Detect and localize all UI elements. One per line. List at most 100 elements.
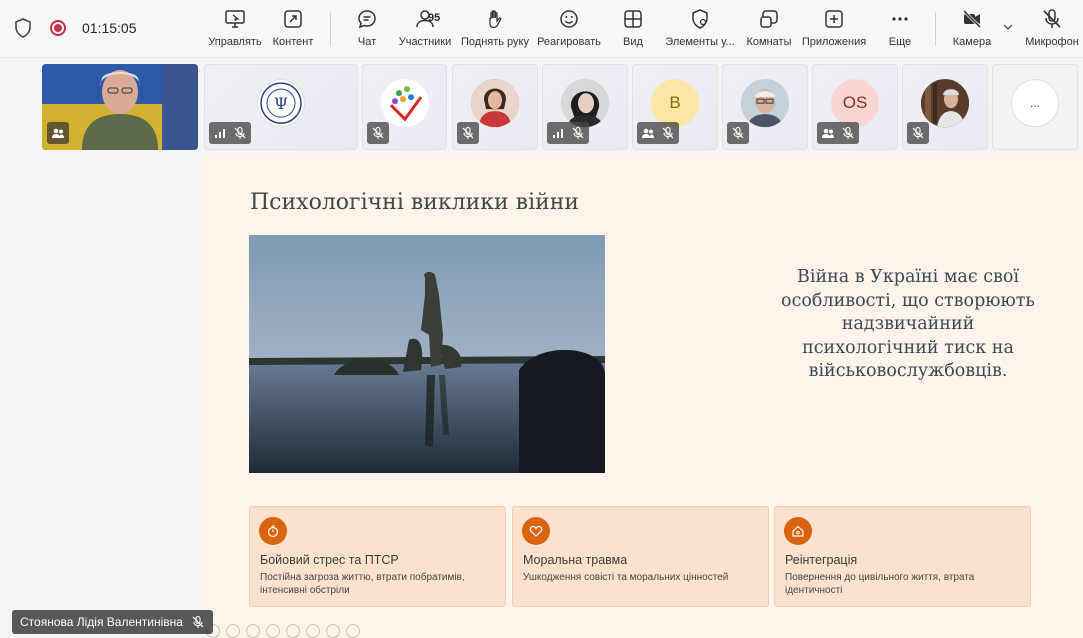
card-description: Постійна загроза життю, втрати побратимі… [260,572,465,596]
participant-avatar [921,79,969,128]
participant-status [457,122,479,144]
shield-icon[interactable] [14,18,32,38]
slide-title: Психологічні виклики війни [250,190,580,215]
slide-control-icon[interactable] [326,624,340,638]
smiley-icon [560,10,578,28]
presenter-name-tag: Стоянова Лідія Валентинівна [12,610,213,634]
slide-control-icon[interactable] [346,624,360,638]
chat-button[interactable]: Чат [352,8,382,54]
shield-settings-icon [692,9,708,29]
participant-tile[interactable] [362,64,447,150]
participant-status [547,122,589,144]
participants-group-icon [642,128,654,138]
participants-count: 95 [428,12,441,24]
mic-off-icon [662,126,674,139]
slide-photo [249,235,605,473]
participant-avatar [380,79,429,128]
slide-controls [206,624,360,638]
mic-off-icon [192,615,204,628]
meeting-timer: 01:15:05 [82,20,137,36]
participant-photo [921,79,969,128]
manage-icon [225,10,245,28]
participants-button[interactable]: 95 Участники [398,8,452,54]
mic-off-icon [912,126,924,139]
slide-control-icon[interactable] [286,624,300,638]
tree-heart-logo-icon [380,79,429,128]
participants-group-icon [52,128,64,138]
slide-control-icon[interactable] [266,624,280,638]
participant-initials: B [651,79,699,128]
slide-card: Бойовий стрес та ПТСР Постійна загроза ж… [249,506,506,607]
participant-tile[interactable]: OS [812,64,898,150]
slide-body-text: Війна в Україні має свої особливості, що… [781,267,1035,381]
chevron-down-icon [1003,24,1013,30]
share-content-icon [284,10,302,28]
manage-button[interactable]: Управлять [208,8,262,54]
participant-tile[interactable]: Ψ [204,64,358,150]
mic-off-icon [1043,9,1061,28]
participant-avatar [561,79,609,128]
slide-card: Моральна травма Ушкодження совісті та мо… [512,506,769,607]
raise-hand-label: Поднять руку [461,36,529,48]
slide-control-icon[interactable] [226,624,240,638]
raise-hand-button[interactable]: Поднять руку [460,8,530,54]
participant-tile[interactable]: B [632,64,718,150]
camera-label: Камера [952,36,992,48]
participant-photo [561,79,609,128]
stage-background [0,154,202,638]
mic-off-icon [732,126,744,139]
participant-status [367,122,389,144]
rooms-icon [760,10,778,28]
stopwatch-icon [259,517,287,545]
more-button[interactable]: Еще [887,8,913,54]
participant-tile[interactable] [722,64,808,150]
participant-tile[interactable] [452,64,538,150]
more-label: Еще [888,36,912,48]
participant-status [817,122,859,144]
view-button[interactable]: Вид [620,8,646,54]
card-title: Реінтеграція [785,553,858,567]
camera-off-icon [962,9,982,29]
participant-photo [471,79,519,128]
participant-status [727,122,749,144]
signal-icon [215,129,225,138]
manage-label: Управлять [208,36,262,48]
svg-text:Ψ: Ψ [274,94,288,113]
slide-control-icon[interactable] [246,624,260,638]
view-label: Вид [623,36,643,48]
mic-button[interactable]: Микрофон [1024,8,1080,54]
react-button[interactable]: Реагировать [537,8,601,54]
rooms-button[interactable]: Комнаты [746,8,792,54]
toolbar-divider [330,12,331,46]
participant-status [209,122,251,144]
hand-icon [489,10,502,29]
react-label: Реагировать [537,36,601,48]
meeting-toolbar: 01:15:05 Управлять Контент Чат 95 Участн… [0,0,1083,58]
mic-off-icon [462,126,474,139]
more-participants-icon: ... [1011,79,1059,128]
chat-label: Чат [357,36,377,48]
content-label: Контент [272,36,314,48]
chat-icon [358,10,376,29]
participant-status [907,122,929,144]
card-title: Бойовий стрес та ПТСР [260,553,399,567]
presenter-name: Стоянова Лідія Валентинівна [20,615,183,629]
participant-status [47,122,69,144]
recording-icon [50,20,66,36]
card-title: Моральна травма [523,553,628,567]
participant-tile-presenter-video[interactable] [42,64,198,150]
slide-control-icon[interactable] [306,624,320,638]
participant-tile[interactable] [542,64,628,150]
mic-off-icon [234,126,246,139]
more-participants-tile[interactable]: ... [992,64,1078,150]
heart-icon [522,517,550,545]
participant-tile[interactable] [902,64,988,150]
signal-icon [553,129,563,138]
camera-button[interactable]: Камера [950,8,994,54]
mic-off-icon [572,126,584,139]
participants-label: Участники [398,36,452,48]
apps-button[interactable]: Приложения [800,8,868,54]
elements-button[interactable]: Элементы у... [665,8,735,54]
content-button[interactable]: Контент [271,8,315,54]
mic-off-icon [372,126,384,139]
